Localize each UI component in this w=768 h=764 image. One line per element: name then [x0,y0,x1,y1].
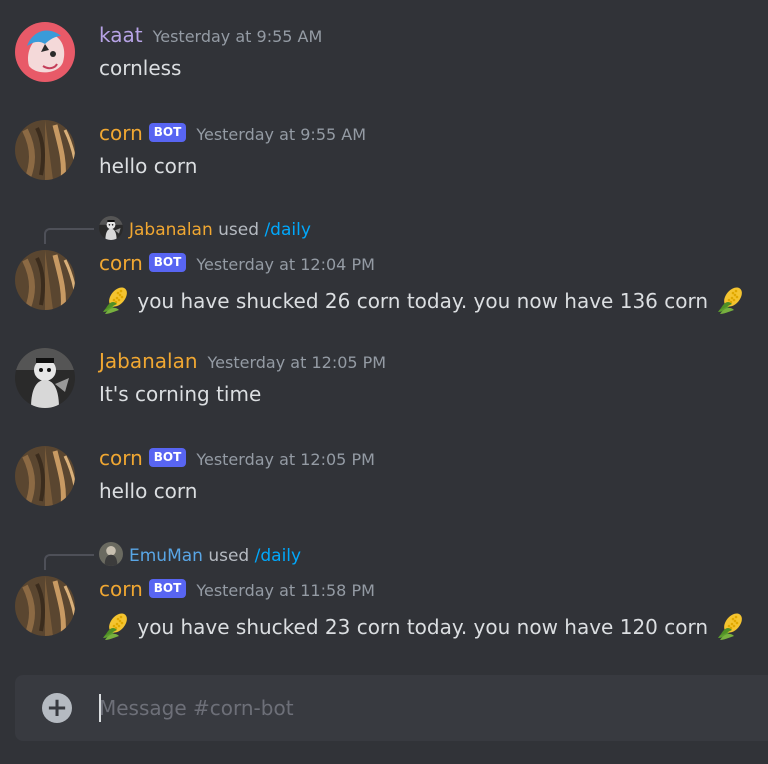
timestamp[interactable]: Yesterday at 12:05 PM [208,353,387,372]
message-text: you have shucked 26 corn today. you now … [137,289,709,313]
chat-panel: kaat Yesterday at 9:55 AM cornless corn BO… [0,0,768,764]
username[interactable]: corn [99,251,143,275]
message-content: It's corning time [99,382,262,406]
username[interactable]: corn [99,577,143,601]
corn-avatar-image [15,250,75,310]
bot-badge: BOT [148,448,187,467]
reply-avatar [99,542,123,566]
command-reply-bar[interactable]: Jabanalan used /daily [99,216,311,240]
avatar[interactable] [15,120,75,180]
timestamp[interactable]: Yesterday at 12:05 PM [196,450,375,469]
message-content: you have shucked 23 corn today. you now … [99,610,746,642]
message-content: you have shucked 26 corn today. you now … [99,284,746,316]
message-content: hello corn [99,154,198,178]
avatar[interactable] [15,22,75,82]
command-reply-bar[interactable]: EmuMan used /daily [99,542,301,566]
corn-emoji-icon [99,284,131,316]
slash-command[interactable]: /daily [264,220,310,240]
reply-used-text: used [218,220,260,240]
bot-badge: BOT [148,253,187,272]
corn-avatar-image [15,120,75,180]
username[interactable]: kaat [99,23,143,47]
reply-used-text: used [208,546,250,566]
bot-badge: BOT [148,579,187,598]
message-header: corn BOT Yesterday at 9:55 AM [99,121,366,145]
reply-spine [44,554,94,570]
jabanalan-avatar-image [15,348,75,408]
message-header: corn BOT Yesterday at 12:05 PM [99,446,375,470]
avatar[interactable] [15,576,75,636]
message-composer: + [15,675,768,741]
reply-username[interactable]: Jabanalan [129,220,213,240]
message-input[interactable] [99,692,739,724]
timestamp[interactable]: Yesterday at 11:58 PM [196,581,375,600]
corn-avatar-image [15,576,75,636]
plus-circle-icon[interactable]: + [42,693,72,723]
reply-username[interactable]: EmuMan [129,546,203,566]
username[interactable]: corn [99,121,143,145]
timestamp[interactable]: Yesterday at 12:04 PM [196,255,375,274]
kaat-avatar-image [15,22,75,82]
username[interactable]: corn [99,446,143,470]
message-content: cornless [99,56,182,80]
corn-emoji-icon [714,610,746,642]
avatar[interactable] [15,446,75,506]
message-header: kaat Yesterday at 9:55 AM [99,23,322,47]
timestamp[interactable]: Yesterday at 9:55 AM [153,27,323,46]
reply-spine [44,228,94,244]
avatar[interactable] [15,250,75,310]
timestamp[interactable]: Yesterday at 9:55 AM [196,125,366,144]
message-text: you have shucked 23 corn today. you now … [137,615,709,639]
corn-emoji-icon [714,284,746,316]
message-header: corn BOT Yesterday at 12:04 PM [99,251,375,275]
message-header: Jabanalan Yesterday at 12:05 PM [99,349,386,373]
corn-emoji-icon [99,610,131,642]
message-content: hello corn [99,479,198,503]
avatar[interactable] [15,348,75,408]
username[interactable]: Jabanalan [99,349,198,373]
reply-avatar [99,216,123,240]
message-header: corn BOT Yesterday at 11:58 PM [99,577,375,601]
bot-badge: BOT [148,123,187,142]
slash-command[interactable]: /daily [255,546,301,566]
corn-avatar-image [15,446,75,506]
